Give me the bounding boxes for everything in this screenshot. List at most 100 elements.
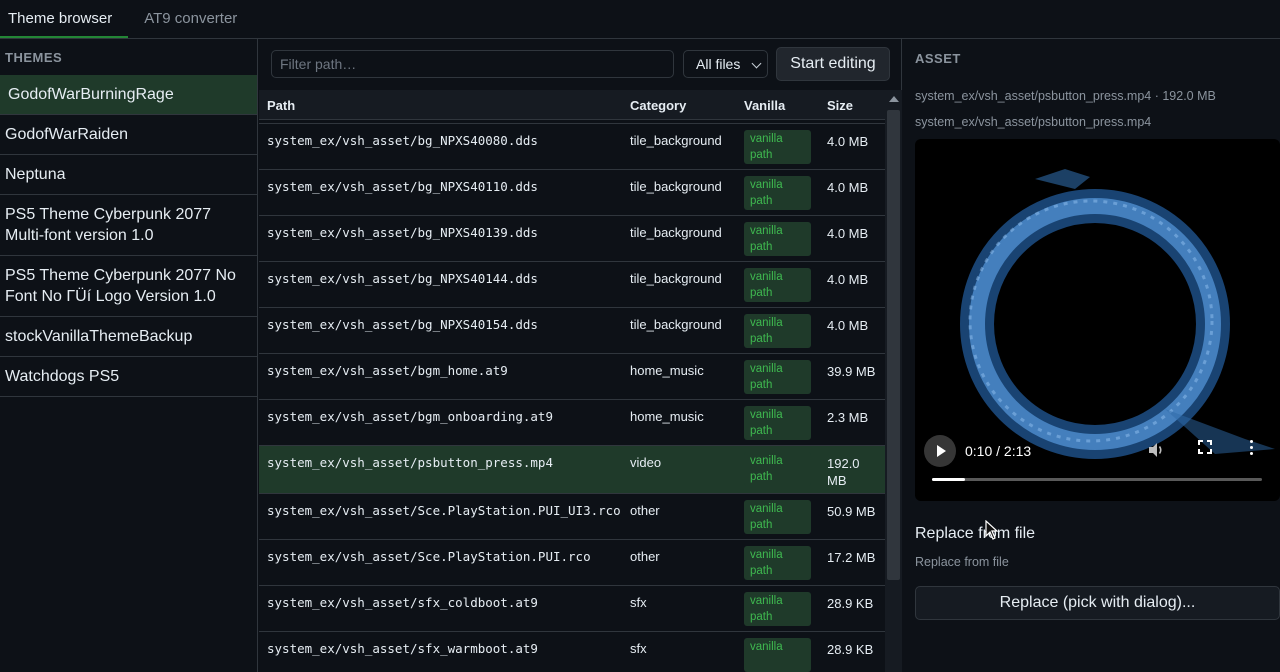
table-header: Path Category Vanilla Size [259,90,885,120]
replace-subtitle: Replace from file [915,555,1009,569]
themes-heading: THEMES [5,50,63,65]
path-cell: system_ex/vsh_asset/bgm_onboarding.at9 [267,409,553,424]
category-cell: home_music [630,363,704,378]
column-header-category[interactable]: Category [630,98,686,113]
vanilla-badge: vanilla path [744,130,811,164]
column-header-vanilla[interactable]: Vanilla [744,98,785,113]
theme-item[interactable]: Neptuna [0,155,257,195]
size-cell: 39.9 MB [827,364,876,379]
path-cell: system_ex/vsh_asset/bg_NPXS40144.dds [267,271,538,286]
table-row[interactable]: system_ex/vsh_asset/sfx_coldboot.at9 sfx… [259,586,885,632]
play-button[interactable] [924,435,956,467]
table-row[interactable]: system_ex/vsh_asset/bg_NPXS40144.dds til… [259,262,885,308]
theme-item[interactable]: Watchdogs PS5 [0,357,257,397]
category-cell: sfx [630,595,647,610]
table-row[interactable]: system_ex/vsh_asset/Sce.PlayStation.PUI_… [259,494,885,540]
theme-item[interactable]: stockVanillaThemeBackup [0,317,257,357]
asset-heading: ASSET [915,51,961,66]
category-cell: sfx [630,641,647,656]
size-cell: 28.9 KB [827,642,874,657]
vanilla-badge: vanilla path [744,314,811,348]
file-scope-value: All files [696,56,741,72]
asset-panel: ASSET system_ex/vsh_asset/psbutton_press… [903,39,1280,672]
path-cell: system_ex/vsh_asset/Sce.PlayStation.PUI_… [267,503,621,518]
size-cell: 192.0 MB [827,456,860,488]
theme-item[interactable]: GodofWarBurningRage [0,75,257,115]
filter-path-input[interactable] [271,50,674,78]
video-time: 0:10 / 2:13 [965,443,1032,459]
vanilla-badge: vanilla path [744,592,811,626]
file-panel: All files Start editing path system_ex/v… [259,39,902,672]
table-row[interactable]: system_ex/vsh_asset/bgm_onboarding.at9 h… [259,400,885,446]
path-cell: system_ex/vsh_asset/sfx_coldboot.at9 [267,595,538,610]
vanilla-badge: vanilla path [744,176,811,210]
category-cell: tile_background [630,179,722,194]
size-cell: 28.9 KB [827,596,874,611]
vanilla-badge: vanilla path [744,268,811,302]
table-row[interactable]: system_ex/vsh_asset/Sce.PlayStation.PUI.… [259,540,885,586]
replace-pick-dialog-button[interactable]: Replace (pick with dialog)... [915,586,1280,620]
category-cell: other [630,503,660,518]
start-editing-button[interactable]: Start editing [776,47,890,81]
app-window: Theme browser AT9 converter THEMES Godof… [0,0,1280,672]
vanilla-badge: vanilla path [744,452,811,486]
category-cell: home_music [630,409,704,424]
replace-title: Replace from file [915,525,1036,542]
column-header-path[interactable]: Path [267,98,295,113]
path-cell: system_ex/vsh_asset/Sce.PlayStation.PUI.… [267,549,591,564]
theme-item[interactable]: GodofWarRaiden [0,115,257,155]
vanilla-badge: vanilla path [744,546,811,580]
category-cell: tile_background [630,225,722,240]
vanilla-badge: vanilla [744,638,811,672]
more-vertical-icon[interactable] [1249,439,1255,457]
table-row[interactable]: system_ex/vsh_asset/bg_NPXS40154.dds til… [259,308,885,354]
tab-at9-converter[interactable]: AT9 converter [136,0,245,38]
column-header-size[interactable]: Size [827,98,853,113]
table-row[interactable]: system_ex/vsh_asset/bg_NPXS40139.dds til… [259,216,885,262]
table-row[interactable]: system_ex/vsh_asset/bgm_home.at9 home_mu… [259,354,885,400]
size-cell: 2.3 MB [827,410,869,425]
path-cell: system_ex/vsh_asset/bg_NPXS40110.dds [267,179,538,194]
table-row[interactable]: system_ex/vsh_asset/sfx_warmboot.at9 sfx… [259,632,885,672]
video-progress-bar[interactable] [932,478,1262,481]
category-cell: tile_background [630,133,722,148]
path-cell: system_ex/vsh_asset/bg_NPXS40154.dds [267,317,538,332]
video-player[interactable]: 0:10 / 2:13 [915,139,1280,501]
size-cell: 4.0 MB [827,180,869,195]
tab-bar: Theme browser AT9 converter [0,0,1280,39]
video-progress-fill [932,478,965,481]
category-cell: other [630,549,660,564]
path-cell: system_ex/vsh_asset/psbutton_press.mp4 [267,455,553,470]
size-cell: 4.0 MB [827,134,869,149]
scrollbar-thumb[interactable] [887,110,900,580]
category-cell: tile_background [630,317,722,332]
path-cell: system_ex/vsh_asset/bg_NPXS40139.dds [267,225,538,240]
theme-item[interactable]: PS5 Theme Cyberpunk 2077 No Font No ΓÜí … [0,256,257,317]
video-controls: 0:10 / 2:13 [915,431,1280,501]
file-table: path system_ex/vsh_asset/bg_NPXS40080.dd… [259,90,885,672]
scroll-up-icon[interactable] [889,96,899,102]
table-body: path system_ex/vsh_asset/bg_NPXS40080.dd… [259,99,885,672]
size-cell: 4.0 MB [827,318,869,333]
theme-item[interactable]: PS5 Theme Cyberpunk 2077 Multi-font vers… [0,195,257,256]
asset-path: system_ex/vsh_asset/psbutton_press.mp4 [915,115,1152,129]
volume-icon[interactable] [1147,442,1165,458]
fullscreen-icon[interactable] [1198,440,1212,454]
path-cell: system_ex/vsh_asset/sfx_warmboot.at9 [267,641,538,656]
file-toolbar: All files Start editing [259,39,902,90]
vanilla-badge: vanilla path [744,360,811,394]
size-cell: 50.9 MB [827,504,876,519]
size-cell: 17.2 MB [827,550,876,565]
tab-theme-browser[interactable]: Theme browser [0,0,129,38]
asset-meta: system_ex/vsh_asset/psbutton_press.mp4 ·… [915,89,1216,103]
table-scrollbar[interactable] [885,90,902,672]
size-cell: 4.0 MB [827,226,869,241]
table-row-selected[interactable]: system_ex/vsh_asset/psbutton_press.mp4 v… [259,446,885,494]
themes-sidebar: THEMES GodofWarBurningRage GodofWarRaide… [0,39,258,672]
file-scope-select[interactable]: All files [683,50,768,78]
table-row[interactable]: system_ex/vsh_asset/bg_NPXS40080.dds til… [259,124,885,170]
path-cell: system_ex/vsh_asset/bgm_home.at9 [267,363,508,378]
table-row[interactable]: system_ex/vsh_asset/bg_NPXS40110.dds til… [259,170,885,216]
category-cell: video [630,455,662,470]
category-cell: tile_background [630,271,722,286]
